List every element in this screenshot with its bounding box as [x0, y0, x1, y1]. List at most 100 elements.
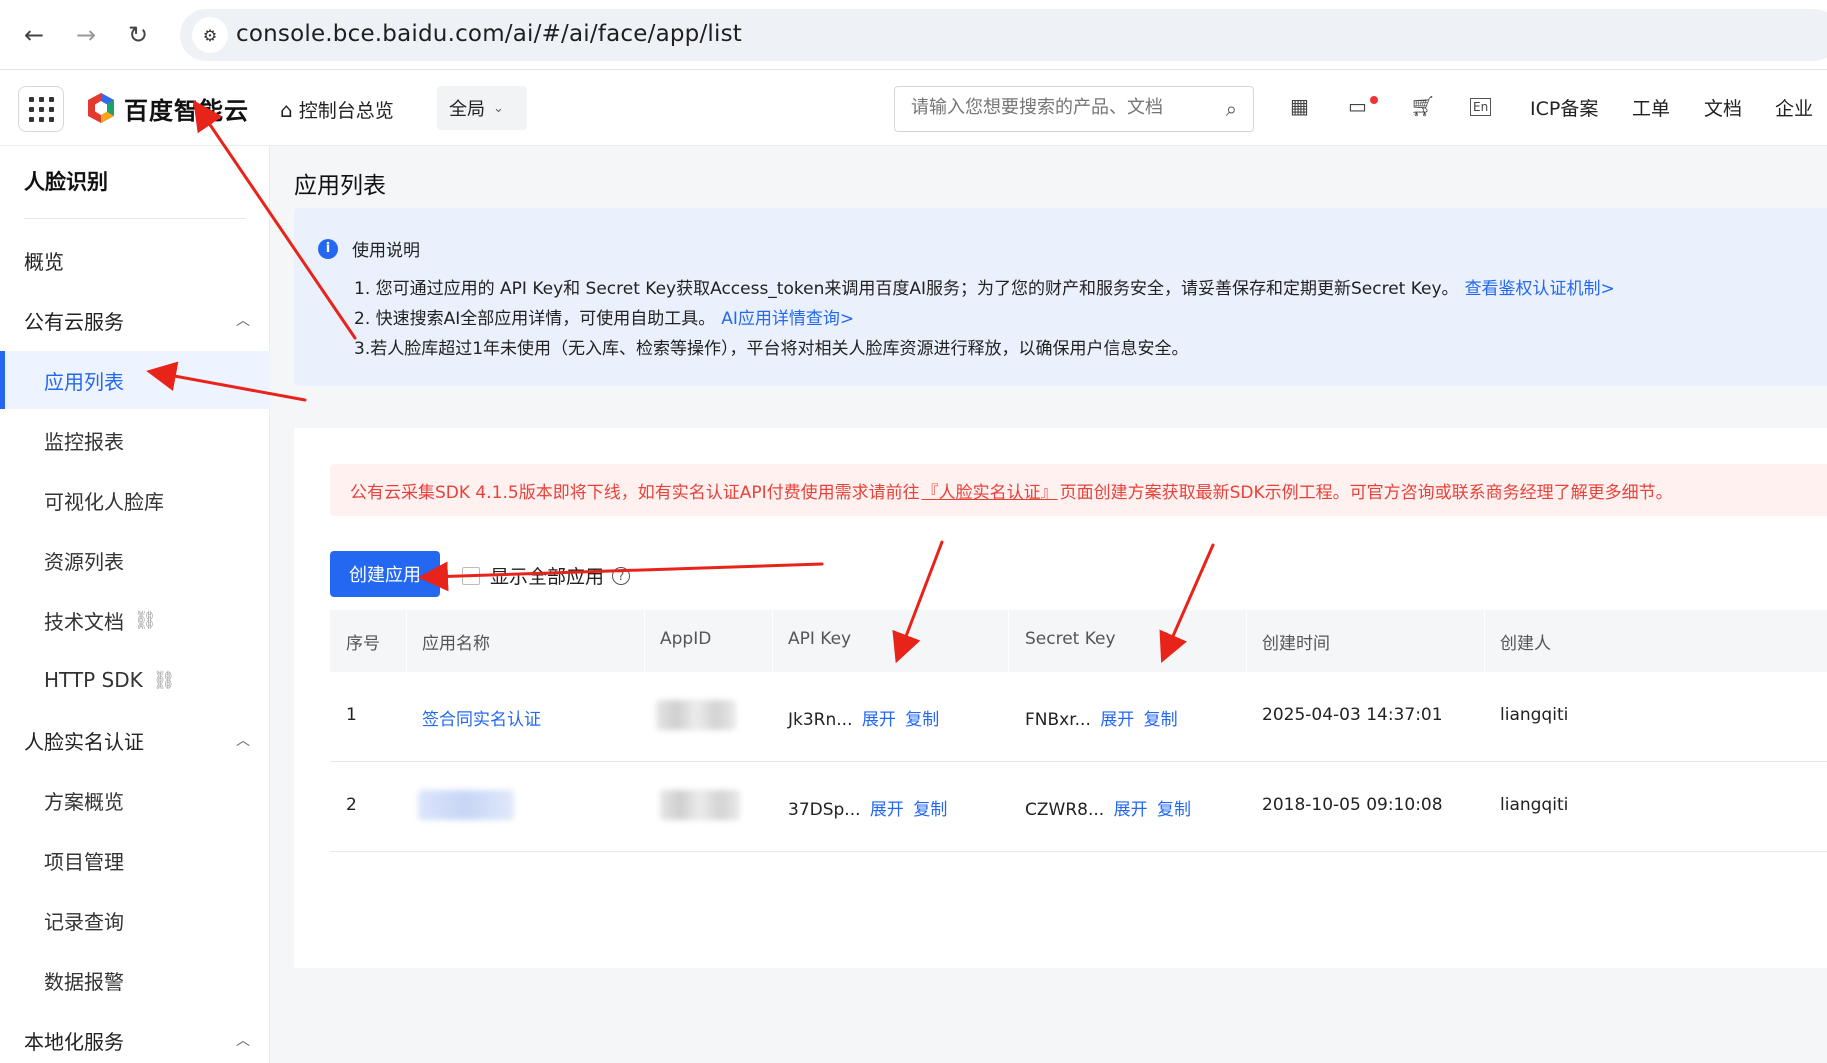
screen: ← → ↻ ⚙ console.bce.baidu.com/ai/#/ai/fa…	[0, 0, 1827, 1063]
copy-api-key-button[interactable]: 复制	[905, 710, 939, 730]
message-icon[interactable]: ▭	[1348, 94, 1367, 118]
expand-secret-key-button[interactable]: 展开	[1114, 800, 1148, 820]
ticket-link[interactable]: 工单	[1632, 94, 1670, 121]
info-icon: i	[318, 238, 338, 259]
search-icon[interactable]: ⌕	[1226, 97, 1237, 121]
secret-key-value: CZWR8...	[1025, 800, 1105, 820]
expand-api-key-button[interactable]: 展开	[870, 800, 904, 820]
home-icon: ⌂	[280, 97, 293, 122]
sidebar-item-alerts[interactable]: 数据报警	[0, 951, 270, 1009]
sidebar-item-records[interactable]: 记录查询	[0, 891, 270, 949]
sidebar-item-projects[interactable]: 项目管理	[0, 831, 270, 889]
address-bar[interactable]: ⚙ console.bce.baidu.com/ai/#/ai/face/app…	[180, 9, 1827, 61]
col-api-key: API Key	[788, 629, 852, 649]
sidebar-item-label: 资源列表	[44, 549, 124, 574]
show-all-checkbox[interactable]	[462, 566, 480, 585]
sidebar-item-label: 数据报警	[44, 969, 124, 994]
sidebar-group-face-verification[interactable]: 人脸实名认证 ︿	[0, 711, 270, 769]
app-detail-query-link[interactable]: AI应用详情查询>	[721, 309, 854, 329]
sidebar-title: 人脸识别	[24, 170, 108, 194]
redacted-appid	[656, 700, 736, 730]
secret-key-value: FNBxr...	[1025, 710, 1091, 730]
help-icon[interactable]: ?	[612, 566, 631, 585]
table-row: 1 签合同实名认证 Jk3Rn... 展开 复制 FNBxr... 展开 复制 …	[330, 672, 1827, 762]
app-name-text[interactable]: 签合同实名认证	[422, 710, 541, 730]
site-settings-icon[interactable]: ⚙	[192, 17, 228, 53]
region-select[interactable]: 全局 ⌄	[437, 86, 527, 130]
sidebar-item-resources[interactable]: 资源列表	[0, 531, 270, 589]
col-app-name: 应用名称	[422, 634, 490, 654]
forward-icon[interactable]: →	[66, 15, 106, 55]
chevron-up-icon: ︿	[236, 733, 250, 749]
copy-secret-key-button[interactable]: 复制	[1144, 710, 1178, 730]
app-name-link[interactable]: 签合同实名认证	[422, 705, 541, 730]
api-key-cell: Jk3Rn... 展开 复制	[788, 705, 939, 730]
global-search[interactable]: ⌕	[894, 86, 1254, 132]
main-content: 应用列表 i 使用说明 1. 您可通过应用的 API Key和 Secret K…	[270, 146, 1827, 1063]
console-header: 百度智能云 ⌂ 控制台总览 全局 ⌄ ⌕ ▦ ▭ 🛒︎ En ICP备案 工单 …	[0, 70, 1827, 146]
show-all-apps-toggle[interactable]: 显示全部应用 ?	[462, 562, 631, 589]
reload-icon[interactable]: ↻	[118, 15, 158, 55]
logo-text: 百度智能云	[124, 96, 249, 125]
sidebar-group-public-cloud[interactable]: 公有云服务 ︿	[0, 291, 270, 349]
sidebar-item-face-library[interactable]: 可视化人脸库	[0, 471, 270, 529]
usage-line-1-text: 1. 您可通过应用的 API Key和 Secret Key获取Access_t…	[354, 279, 1459, 299]
usage-notice: i 使用说明 1. 您可通过应用的 API Key和 Secret Key获取A…	[294, 208, 1827, 386]
docs-link[interactable]: 文档	[1704, 94, 1742, 121]
cart-icon[interactable]: 🛒︎	[1410, 94, 1435, 118]
redacted-appid	[660, 790, 740, 820]
unread-dot	[1370, 96, 1378, 104]
brand-logo[interactable]: 百度智能云	[86, 91, 249, 125]
qr-code-icon[interactable]: ▦	[1290, 94, 1309, 118]
expand-secret-key-button[interactable]: 展开	[1100, 710, 1134, 730]
back-icon[interactable]: ←	[14, 15, 54, 55]
face-verification-link[interactable]: 『人脸实名认证』	[922, 478, 1058, 503]
search-input[interactable]	[911, 97, 1211, 118]
baidu-cloud-logo-icon	[86, 92, 116, 124]
app-grid-icon[interactable]	[18, 86, 64, 132]
sidebar-group-local-service[interactable]: 本地化服务 ︿	[0, 1011, 270, 1063]
expand-api-key-button[interactable]: 展开	[862, 710, 896, 730]
usage-notice-line-3: 3.若人脸库超过1年未使用（无入库、检索等操作），平台将对相关人脸库资源进行释放…	[354, 339, 1189, 359]
sidebar-item-monitoring[interactable]: 监控报表	[0, 411, 270, 469]
sdk-deprecation-alert: 公有云采集SDK 4.1.5版本即将下线，如有实名认证API付费使用需求请前往『…	[330, 464, 1827, 516]
show-all-label: 显示全部应用	[490, 566, 605, 588]
redacted-app-name[interactable]	[418, 790, 514, 820]
sidebar-item-label: 监控报表	[44, 429, 124, 454]
row-index: 2	[346, 795, 357, 815]
icp-link[interactable]: ICP备案	[1530, 94, 1598, 121]
sidebar-item-tech-docs[interactable]: 技术文档 ⛓	[0, 591, 270, 649]
external-link-icon: ⛓	[134, 609, 157, 631]
col-index: 序号	[346, 634, 380, 654]
create-app-button[interactable]: 创建应用	[330, 551, 440, 597]
console-home-label: 控制台总览	[298, 100, 394, 122]
sidebar: 人脸识别 概览 公有云服务 ︿ 应用列表 监控报表 可视化人脸库 资源列表 技术…	[0, 146, 270, 1063]
auth-mechanism-link[interactable]: 查看鉴权认证机制>	[1465, 279, 1615, 299]
enterprise-link[interactable]: 企业	[1775, 94, 1813, 121]
sidebar-item-label: 记录查询	[44, 909, 124, 934]
api-key-cell: 37DSp... 展开 复制	[788, 795, 947, 820]
sidebar-item-label: 本地化服务	[24, 1029, 124, 1054]
copy-secret-key-button[interactable]: 复制	[1157, 800, 1191, 820]
row-index: 1	[346, 705, 357, 725]
sidebar-item-label: 方案概览	[44, 789, 124, 814]
url-text[interactable]: console.bce.baidu.com/ai/#/ai/face/app/l…	[236, 21, 742, 47]
sidebar-item-http-sdk[interactable]: HTTP SDK ⛓	[0, 651, 270, 709]
api-key-value: 37DSp...	[788, 800, 861, 820]
usage-notice-line-2: 2. 快速搜索AI全部应用详情，可使用自助工具。 AI应用详情查询>	[354, 304, 854, 329]
usage-notice-heading: i 使用说明	[318, 236, 420, 261]
console-home-link[interactable]: ⌂ 控制台总览	[280, 96, 394, 123]
alert-text-prefix: 公有云采集SDK 4.1.5版本即将下线，如有实名认证API付费使用需求请前往	[350, 482, 920, 503]
sidebar-item-app-list[interactable]: 应用列表	[0, 351, 270, 409]
copy-api-key-button[interactable]: 复制	[913, 800, 947, 820]
table-header: 序号 应用名称 AppID API Key Secret Key 创建时间 创建…	[330, 610, 1827, 672]
sidebar-item-label: 可视化人脸库	[44, 489, 164, 514]
created-time: 2018-10-05 09:10:08	[1262, 795, 1443, 815]
sidebar-item-overview[interactable]: 概览	[0, 231, 270, 289]
usage-line-2-text: 2. 快速搜索AI全部应用详情，可使用自助工具。	[354, 309, 716, 329]
language-icon[interactable]: En	[1470, 98, 1492, 116]
api-key-value: Jk3Rn...	[788, 710, 853, 730]
col-created-time: 创建时间	[1262, 634, 1330, 654]
col-secret-key: Secret Key	[1025, 629, 1116, 649]
sidebar-item-solution-overview[interactable]: 方案概览	[0, 771, 270, 829]
